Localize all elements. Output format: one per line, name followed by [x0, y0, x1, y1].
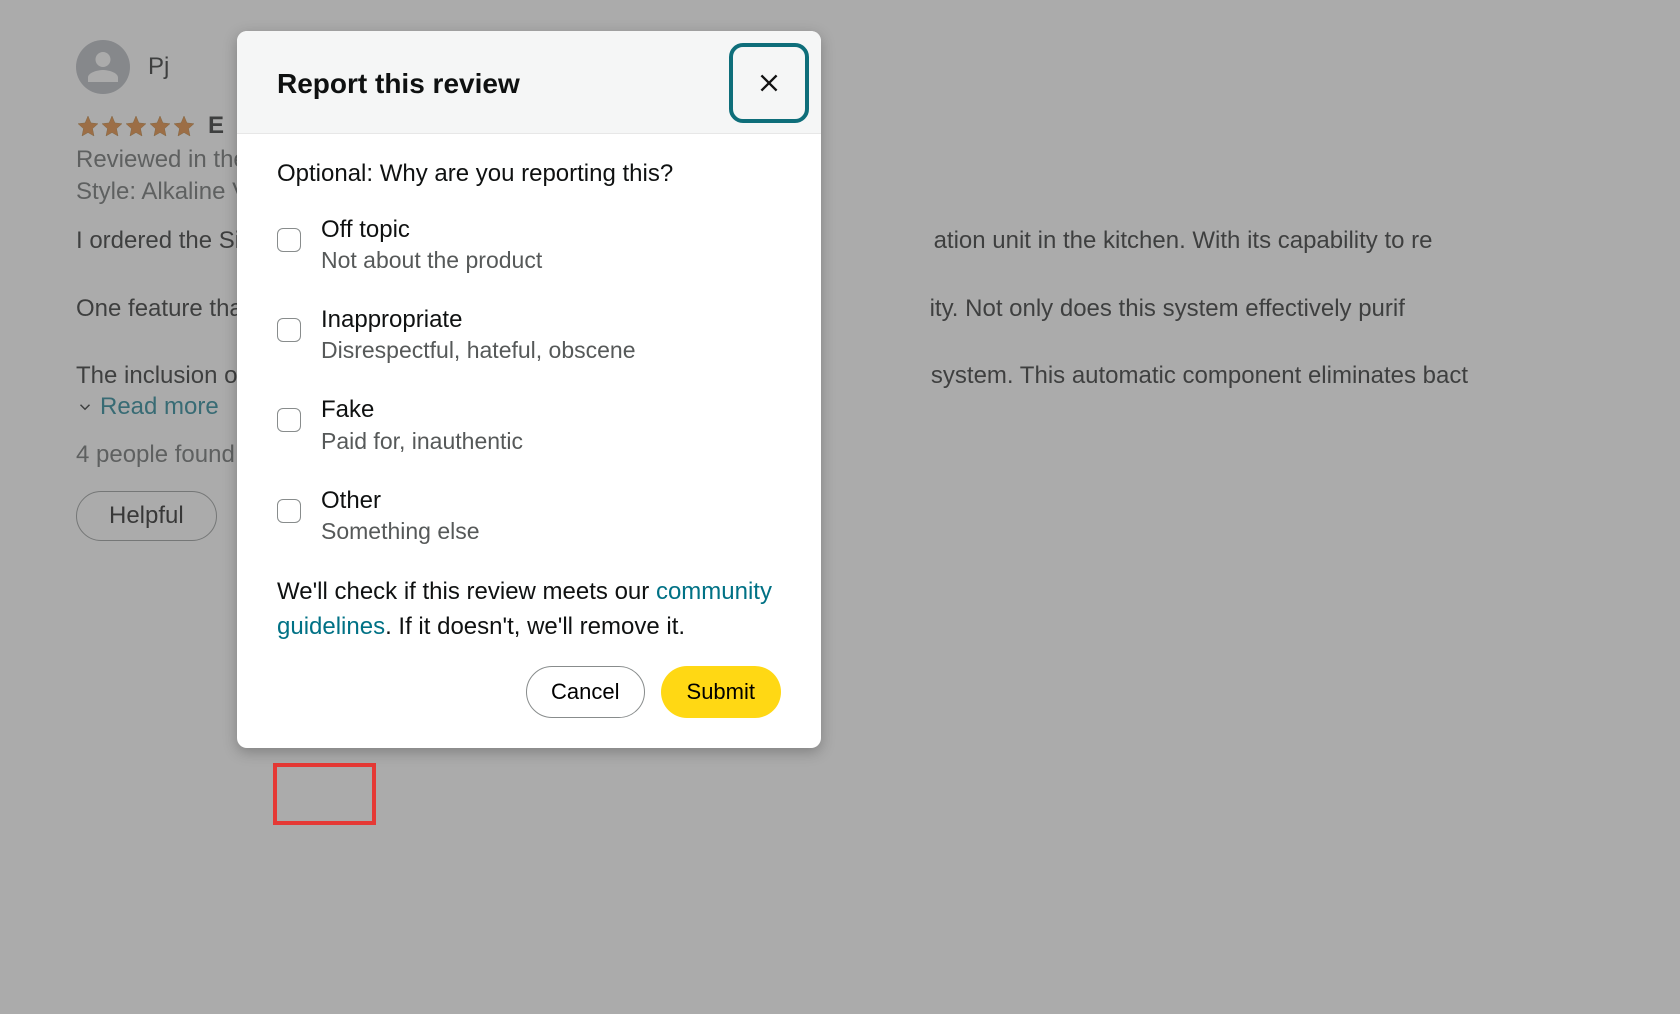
- option-label: Other: [321, 485, 480, 516]
- option-label: Fake: [321, 394, 523, 425]
- option-label: Inappropriate: [321, 304, 636, 335]
- modal-header: Report this review: [237, 31, 821, 134]
- checkbox-fake[interactable]: [277, 408, 301, 432]
- checkbox-other[interactable]: [277, 499, 301, 523]
- submit-button[interactable]: Submit: [661, 666, 781, 718]
- report-modal: Report this review Optional: Why are you…: [237, 31, 821, 748]
- option-inappropriate[interactable]: Inappropriate Disrespectful, hateful, ob…: [277, 304, 781, 364]
- modal-title: Report this review: [277, 68, 520, 100]
- checkbox-off-topic[interactable]: [277, 228, 301, 252]
- option-desc: Not about the product: [321, 247, 542, 274]
- option-fake[interactable]: Fake Paid for, inauthentic: [277, 394, 781, 454]
- option-desc: Something else: [321, 518, 480, 545]
- option-off-topic[interactable]: Off topic Not about the product: [277, 214, 781, 274]
- modal-footer: Cancel Submit: [277, 644, 781, 718]
- modal-question: Optional: Why are you reporting this?: [277, 160, 781, 188]
- close-icon: [756, 70, 782, 96]
- modal-body: Optional: Why are you reporting this? Of…: [237, 134, 821, 748]
- option-desc: Paid for, inauthentic: [321, 428, 523, 455]
- cancel-button[interactable]: Cancel: [526, 666, 644, 718]
- guideline-pre: We'll check if this review meets our: [277, 578, 656, 605]
- option-other[interactable]: Other Something else: [277, 485, 781, 545]
- checkbox-inappropriate[interactable]: [277, 318, 301, 342]
- option-desc: Disrespectful, hateful, obscene: [321, 337, 636, 364]
- guideline-text: We'll check if this review meets our com…: [277, 575, 781, 645]
- close-button[interactable]: [729, 43, 809, 123]
- option-label: Off topic: [321, 214, 542, 245]
- guideline-post: . If it doesn't, we'll remove it.: [385, 613, 685, 640]
